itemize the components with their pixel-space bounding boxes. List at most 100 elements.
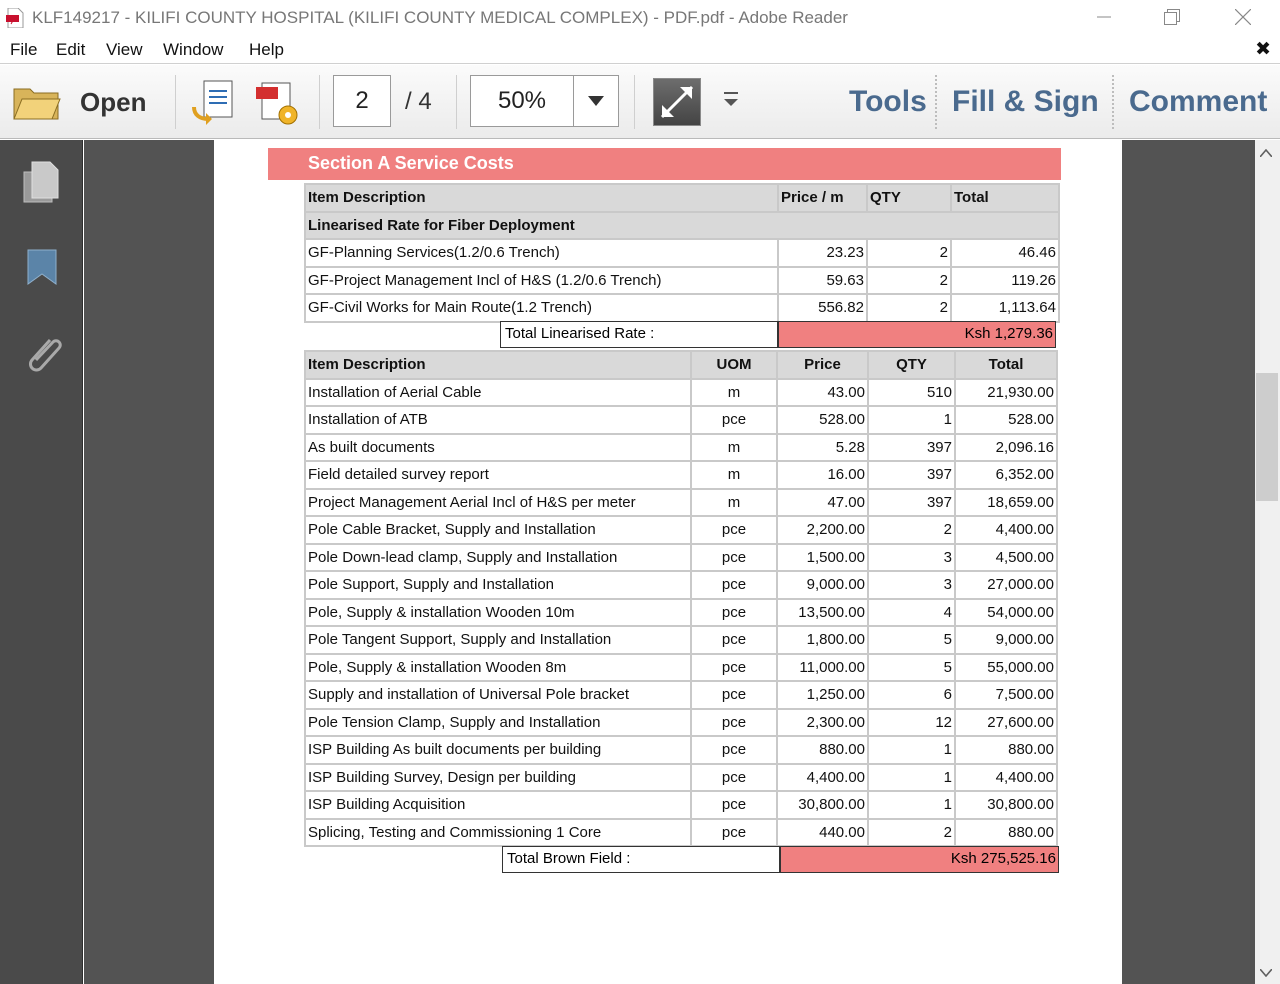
pages-icon[interactable] <box>20 158 64 206</box>
cell-description: Field detailed survey report <box>304 460 692 490</box>
open-label: Open <box>80 87 147 117</box>
document-convert-icon <box>192 80 233 125</box>
cell-description: As built documents <box>304 432 692 462</box>
restore-icon <box>1164 9 1180 25</box>
scrollbar-thumb[interactable] <box>1256 373 1278 501</box>
comment-link[interactable]: Comment <box>1129 85 1267 119</box>
toolbar-divider <box>456 75 457 129</box>
table-row: GF-Project Management Incl of H&S (1.2/0… <box>304 265 1060 295</box>
table-row: Pole, Supply & installation Wooden 8m pce… <box>304 652 1058 682</box>
table-row: Field detailed survey report m 16.00 397 6,3… <box>304 460 1058 490</box>
chevron-down-icon <box>587 96 604 106</box>
cell-qty: 510 <box>867 377 956 407</box>
column-header: Item Description <box>304 183 779 213</box>
table-subheader-row: Linearised Rate for Fiber Deployment <box>304 210 1060 240</box>
table-row: Project Management Aerial Incl of H&S pe… <box>304 487 1058 517</box>
cell-qty: 2 <box>866 238 952 268</box>
scroll-up-icon[interactable] <box>1259 146 1273 160</box>
cell-price: 30,800.00 <box>776 790 869 820</box>
table-subheader: Linearised Rate for Fiber Deployment <box>304 210 1060 240</box>
cell-uom: pce <box>690 735 778 765</box>
create-pdf-button[interactable] <box>190 77 240 127</box>
cell-qty: 4 <box>867 597 956 627</box>
cell-uom: pce <box>690 790 778 820</box>
cell-price: 440.00 <box>776 817 869 847</box>
open-button[interactable]: Open <box>8 73 158 131</box>
cell-price: 9,000.00 <box>776 570 869 600</box>
cell-total: 30,800.00 <box>954 790 1058 820</box>
cell-qty: 1 <box>867 735 956 765</box>
close-icon <box>1235 9 1251 25</box>
close-window-button[interactable] <box>1220 0 1266 34</box>
menu-bar: File Edit View Window Help ✖ <box>0 36 1280 64</box>
cell-description: Supply and installation of Universal Pol… <box>304 680 692 710</box>
pdf-settings-button[interactable] <box>252 77 302 127</box>
cell-price: 4,400.00 <box>776 762 869 792</box>
cell-total: 6,352.00 <box>954 460 1058 490</box>
cell-total: 7,500.00 <box>954 680 1058 710</box>
cell-total: 4,500.00 <box>954 542 1058 572</box>
title-bar: KLF149217 - KILIFI COUNTY HOSPITAL (KILI… <box>0 0 1280 36</box>
cell-qty: 2 <box>867 515 956 545</box>
cell-uom: pce <box>690 817 778 847</box>
cell-price: 59.63 <box>777 265 868 295</box>
table-row: Pole Support, Supply and Installation pce… <box>304 570 1058 600</box>
page-number-input[interactable]: 2 <box>333 75 391 127</box>
cell-total: 880.00 <box>954 817 1058 847</box>
document-viewport[interactable]: Section A Service Costs Item Description… <box>84 140 1255 984</box>
minimize-button[interactable] <box>1081 0 1127 34</box>
column-header: QTY <box>867 350 956 380</box>
table-row: Installation of ATB pce 528.00 1 528.00 <box>304 405 1058 435</box>
cell-total: 9,000.00 <box>954 625 1058 655</box>
cell-uom: m <box>690 377 778 407</box>
cell-price: 880.00 <box>776 735 869 765</box>
zoom-dropdown-button[interactable] <box>573 76 618 126</box>
menu-window[interactable]: Window <box>163 40 223 60</box>
cell-qty: 1 <box>867 762 956 792</box>
menu-help[interactable]: Help <box>249 40 284 60</box>
menu-view[interactable]: View <box>106 40 143 60</box>
menu-edit[interactable]: Edit <box>56 40 85 60</box>
toolbar-divider <box>175 75 176 129</box>
paperclip-icon[interactable] <box>20 328 64 376</box>
cell-price: 2,200.00 <box>776 515 869 545</box>
full-screen-button[interactable] <box>653 78 701 126</box>
vertical-scrollbar[interactable] <box>1255 140 1280 984</box>
brown-field-table: Item Description UOM Price QTY Total Ins… <box>304 350 1058 847</box>
cell-uom: pce <box>690 762 778 792</box>
tools-link[interactable]: Tools <box>849 85 927 119</box>
expand-icon <box>660 85 694 119</box>
cell-price: 556.82 <box>777 293 868 323</box>
toolbar-overflow-button[interactable] <box>718 87 744 117</box>
cell-qty: 397 <box>867 460 956 490</box>
zoom-value[interactable]: 50% <box>471 76 574 126</box>
cell-qty: 2 <box>866 293 952 323</box>
cell-description: GF-Planning Services(1.2/0.6 Trench) <box>304 238 779 268</box>
cell-qty: 2 <box>866 265 952 295</box>
toolbar-divider <box>319 75 320 129</box>
cell-qty: 3 <box>867 542 956 572</box>
close-document-icon[interactable]: ✖ <box>1255 38 1271 61</box>
cell-qty: 397 <box>867 487 956 517</box>
cell-total: 119.26 <box>950 265 1060 295</box>
column-header: Item Description <box>304 350 692 380</box>
brown-field-body: Installation of Aerial Cable m 43.00 510 21,… <box>304 377 1058 847</box>
pdf-gear-icon <box>256 82 298 125</box>
table-row: GF-Planning Services(1.2/0.6 Trench) 23.… <box>304 238 1060 268</box>
toolbar: Open 2 / 4 50% Tools Fill & Sign Comment <box>0 65 1280 139</box>
cell-price: 13,500.00 <box>776 597 869 627</box>
linearised-rate-table: Item Description Price / m QTY Total Lin… <box>304 183 1060 323</box>
scroll-down-icon[interactable] <box>1259 966 1273 980</box>
cell-description: Pole Down-lead clamp, Supply and Install… <box>304 542 692 572</box>
menu-file[interactable]: File <box>10 40 37 60</box>
table-row: As built documents m 5.28 397 2,096.16 <box>304 432 1058 462</box>
zoom-select[interactable]: 50% <box>470 75 619 127</box>
cell-price: 43.00 <box>776 377 869 407</box>
cell-description: Pole Tangent Support, Supply and Install… <box>304 625 692 655</box>
table-row: ISP Building As built documents per buil… <box>304 735 1058 765</box>
cell-price: 528.00 <box>776 405 869 435</box>
restore-button[interactable] <box>1149 0 1195 34</box>
table-row: Pole Tangent Support, Supply and Install… <box>304 625 1058 655</box>
bookmark-icon[interactable] <box>20 244 64 292</box>
fill-sign-link[interactable]: Fill & Sign <box>952 85 1099 119</box>
